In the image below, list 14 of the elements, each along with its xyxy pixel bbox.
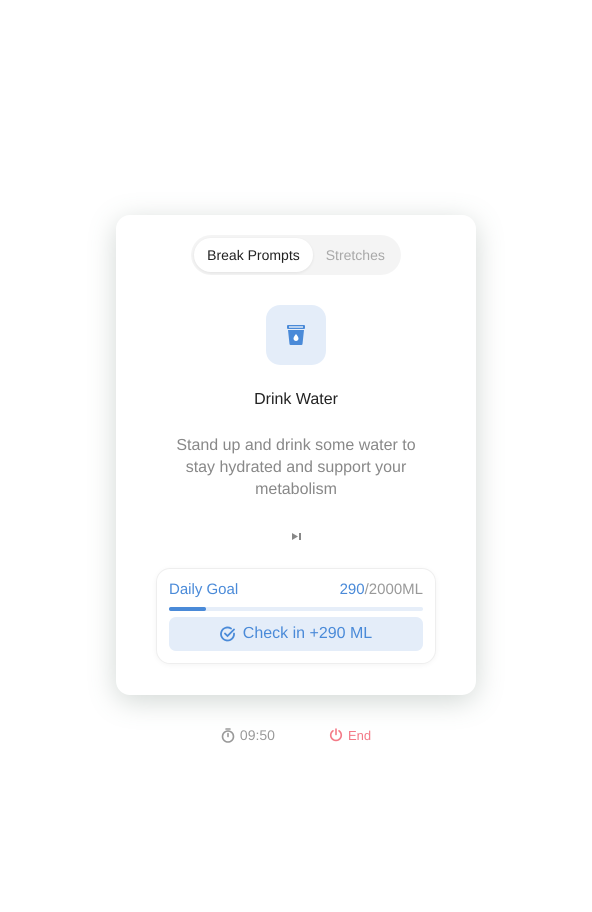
prompt-title: Drink Water <box>254 391 338 409</box>
goal-label: Daily Goal <box>169 581 238 598</box>
goal-count: 290/2000ML <box>340 581 423 598</box>
skip-button[interactable] <box>290 531 302 542</box>
prompt-description: Stand up and drink some water to stay hydrated and support your metabolism <box>175 436 417 500</box>
end-button[interactable]: End <box>328 728 372 742</box>
check-in-button[interactable]: Check in +290 ML <box>169 617 423 651</box>
check-circle-icon <box>220 626 236 642</box>
water-cup-icon <box>266 305 326 365</box>
stopwatch-icon <box>220 728 235 742</box>
tab[interactable]: Stretches <box>312 238 398 272</box>
power-icon <box>328 728 343 742</box>
timer-text: 09:50 <box>240 727 275 743</box>
tab[interactable]: Break Prompts <box>194 238 313 272</box>
